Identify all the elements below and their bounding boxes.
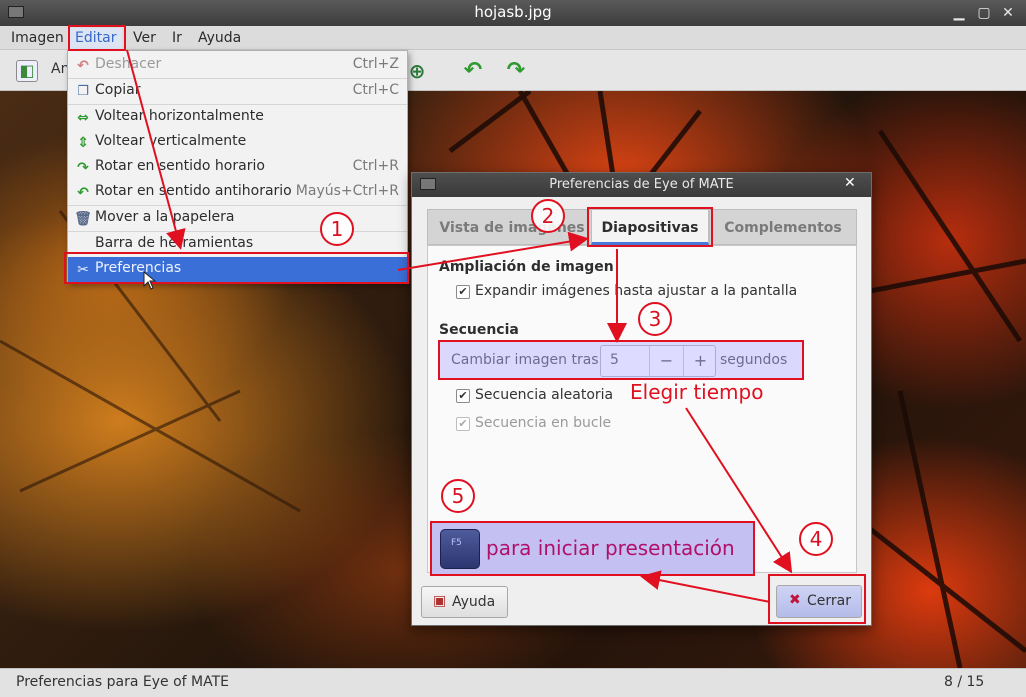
help-icon: ▣ [433, 593, 447, 609]
copy-icon: ❐ [77, 84, 89, 99]
random-checkbox[interactable]: ✔ [456, 389, 470, 403]
menubar: Imagen Editar Ver Ir Ayuda [0, 26, 1026, 50]
help-button[interactable]: ▣ Ayuda [421, 586, 508, 618]
loop-checkbox[interactable]: ✔ [456, 417, 470, 431]
tab-vista-imagenes[interactable]: Vista de imágenes [427, 209, 597, 245]
image-position: 8 / 15 [944, 674, 985, 690]
flip-vertical-icon: ⇕ [77, 135, 89, 151]
highlight-diapositivas-tab [587, 207, 713, 247]
minimize-icon[interactable]: ▁ [950, 4, 968, 22]
loop-label[interactable]: Secuencia en bucle [475, 415, 611, 431]
status-bar: Preferencias para Eye of MATE 8 / 15 [0, 668, 1026, 697]
undo-icon: ↶ [77, 58, 89, 74]
highlight-cerrar [768, 574, 866, 624]
mouse-cursor-icon [143, 271, 157, 290]
sequence-section-title: Secuencia [439, 322, 519, 338]
open-icon[interactable]: ◧ [16, 60, 38, 82]
app-icon [8, 6, 24, 18]
highlight-editar [68, 25, 126, 51]
rotate-counterclockwise-icon[interactable]: ↶ [460, 58, 486, 84]
menu-item-rotate-counterclockwise[interactable]: ↶ Rotar en sentido antihorario Mayús+Ctr… [68, 180, 407, 205]
expand-label[interactable]: Expandir imágenes hasta ajustar a la pan… [475, 283, 797, 299]
window-title-bar: hojasb.jpg [0, 0, 1026, 26]
menu-item-copy[interactable]: ❐ Copiar Ctrl+C [68, 79, 407, 104]
close-window-icon[interactable]: ✕ [999, 4, 1017, 22]
trash-icon: 🗑 [74, 211, 92, 227]
menu-item-flip-vertical[interactable]: ⇕ Voltear verticalmente [68, 130, 407, 155]
status-text: Preferencias para Eye of MATE [16, 674, 230, 690]
menu-item-flip-horizontal[interactable]: ⇔ Voltear horizontalmente [68, 105, 407, 130]
dialog-app-icon [420, 178, 436, 190]
dialog-title: Preferencias de Eye of MATE [549, 177, 734, 192]
start-presentation-hint: para iniciar presentación [486, 536, 735, 560]
highlight-interval [438, 340, 804, 380]
menu-ir[interactable]: Ir [166, 28, 188, 50]
menu-item-trash[interactable]: 🗑 Mover a la papelera [68, 206, 407, 231]
step-1-marker: 1 [320, 212, 354, 246]
expand-checkbox[interactable]: ✔ [456, 285, 470, 299]
random-label[interactable]: Secuencia aleatoria [475, 387, 613, 403]
maximize-icon[interactable]: ▢ [975, 4, 993, 22]
choose-time-hint: Elegir tiempo [630, 380, 764, 404]
edit-menu: ↶ Deshacer Ctrl+Z ❐ Copiar Ctrl+C ⇔ Volt… [67, 50, 408, 283]
rotate-counterclockwise-icon: ↶ [77, 185, 89, 201]
rotate-clockwise-icon[interactable]: ↷ [503, 58, 529, 84]
step-5-marker: 5 [441, 479, 475, 513]
dialog-title-bar: Preferencias de Eye of MATE [412, 173, 871, 197]
menu-imagen[interactable]: Imagen [5, 28, 70, 50]
step-4-marker: 4 [799, 522, 833, 556]
flip-horizontal-icon: ⇔ [77, 110, 89, 126]
menu-ver[interactable]: Ver [127, 28, 162, 50]
tab-complementos[interactable]: Complementos [709, 209, 857, 245]
zoom-section-title: Ampliación de imagen [439, 259, 614, 275]
step-2-marker: 2 [531, 199, 565, 233]
highlight-preferencias [64, 252, 409, 284]
window-title: hojasb.jpg [474, 3, 552, 21]
menu-item-rotate-clockwise[interactable]: ↷ Rotar en sentido horario Ctrl+R [68, 155, 407, 180]
rotate-clockwise-icon: ↷ [77, 160, 89, 176]
menu-item-undo[interactable]: ↶ Deshacer Ctrl+Z [68, 53, 407, 78]
menu-ayuda[interactable]: Ayuda [192, 28, 247, 50]
step-3-marker: 3 [638, 302, 672, 336]
f5-key-icon: F5 [440, 529, 480, 569]
dialog-close-icon[interactable]: ✕ [844, 175, 856, 191]
f5-hint-box: F5 para iniciar presentación [430, 521, 755, 576]
